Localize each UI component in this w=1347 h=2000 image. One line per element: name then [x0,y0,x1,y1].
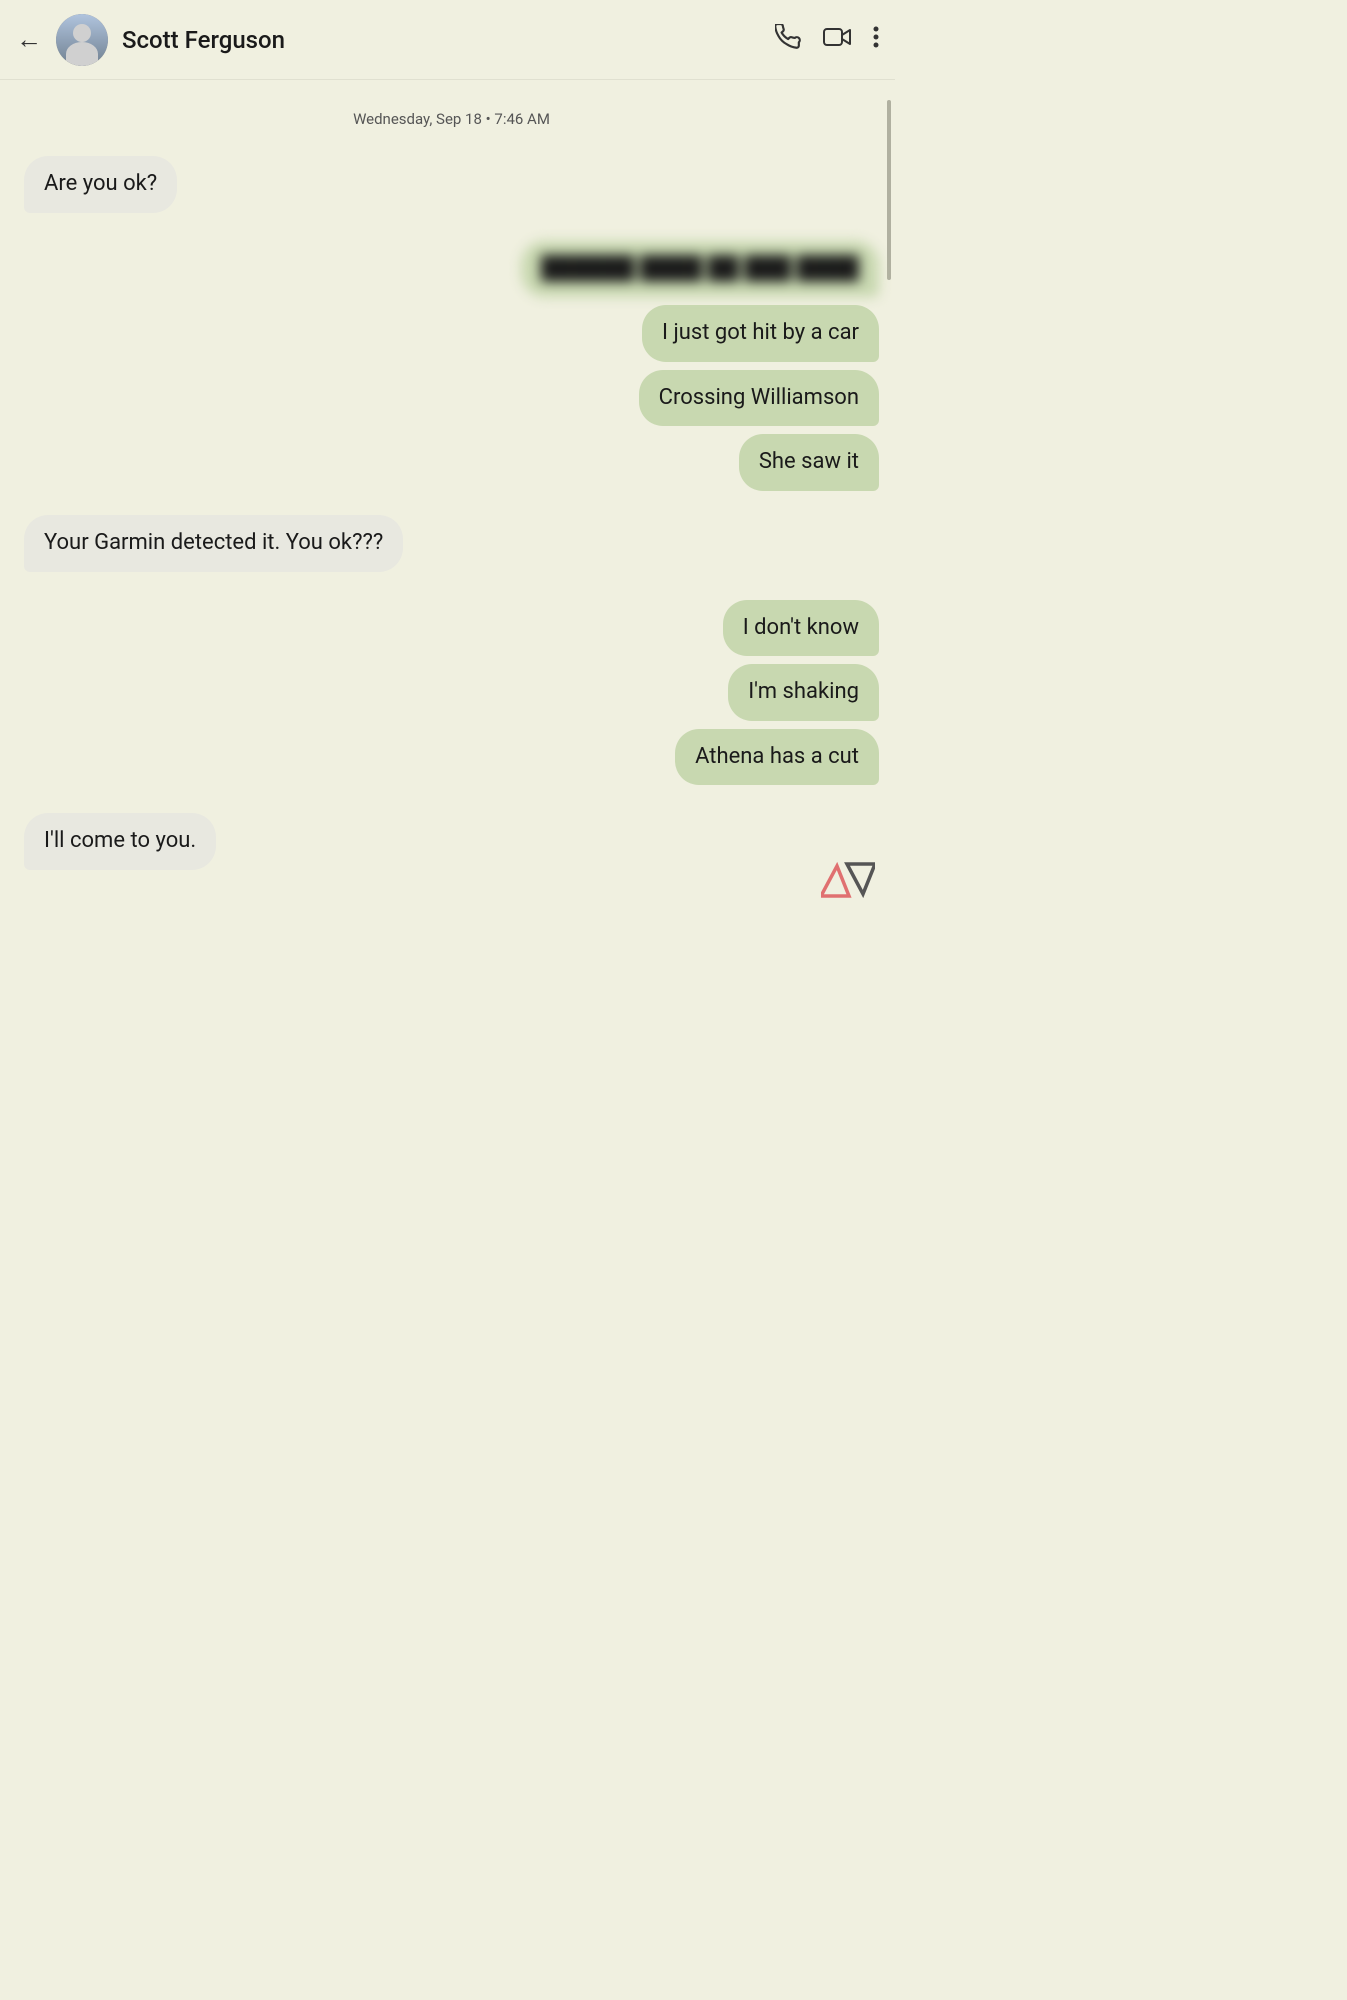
scrollbar[interactable] [887,100,891,280]
message-group-outgoing-2: I don't know I'm shaking Athena has a cu… [24,600,879,786]
message-bubble: I'm shaking [728,664,879,721]
chat-header: ← Scott Ferguson [0,0,895,80]
phone-call-icon[interactable] [775,24,801,56]
chat-timestamp: Wednesday, Sep 18 • 7:46 AM [24,110,879,128]
message-bubble: I just got hit by a car [642,305,879,362]
av-logo [821,856,875,900]
avatar[interactable] [56,14,108,66]
message-bubble: I don't know [723,600,879,657]
header-actions [775,24,879,56]
message-bubble: Are you ok? [24,156,177,213]
back-button[interactable]: ← [16,24,42,55]
message-row: I'll come to you. [24,813,879,870]
message-bubble: Your Garmin detected it. You ok??? [24,515,403,572]
message-bubble-blurred: ██████ ████ ██ ███ ████ [521,241,879,298]
chat-area: Wednesday, Sep 18 • 7:46 AM Are you ok? … [0,80,895,920]
message-bubble: Athena has a cut [675,729,879,786]
contact-name: Scott Ferguson [122,26,775,54]
more-options-icon[interactable] [873,25,879,55]
message-bubble: I'll come to you. [24,813,216,870]
message-bubble: Crossing Williamson [639,370,879,427]
video-call-icon[interactable] [823,26,851,54]
message-bubble: She saw it [739,434,879,491]
message-group-outgoing: ██████ ████ ██ ███ ████ I just got hit b… [24,241,879,491]
message-row: Your Garmin detected it. You ok??? [24,515,879,572]
message-row: Are you ok? [24,156,879,213]
